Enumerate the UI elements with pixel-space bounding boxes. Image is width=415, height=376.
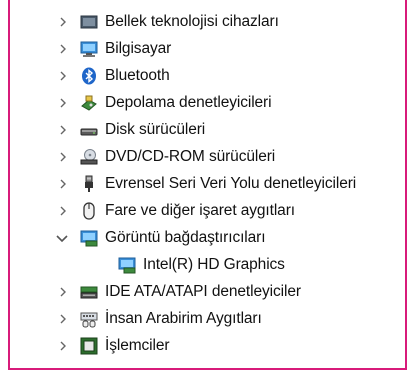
tree-item-label: Bilgisayar (105, 39, 172, 57)
tree-item-disk-drives[interactable]: Disk sürücüleri (10, 116, 405, 143)
chevron-right-icon[interactable] (56, 204, 70, 218)
chevron-right-icon[interactable] (56, 339, 70, 353)
chevron-right-icon[interactable] (56, 312, 70, 326)
tree-item-hid[interactable]: İnsan Arabirim Aygıtları (10, 305, 405, 332)
tree-item-label: Disk sürücüleri (105, 120, 206, 138)
tree-item-label: Evrensel Seri Veri Yolu denetleyicileri (105, 174, 357, 192)
display-adapter-icon (80, 229, 98, 247)
chevron-right-icon[interactable] (56, 123, 70, 137)
chevron-right-icon[interactable] (56, 69, 70, 83)
tree-item-label: IDE ATA/ATAPI denetleyiciler (105, 282, 301, 300)
chevron-right-icon[interactable] (56, 285, 70, 299)
disk-drive-icon (80, 121, 98, 139)
display-adapter-icon (118, 256, 136, 274)
chevron-down-icon[interactable] (55, 231, 69, 245)
tree-item-label: Depolama denetleyicileri (105, 93, 272, 111)
tree-item-label: Görüntü bağdaştırıcıları (105, 228, 266, 246)
chevron-right-icon[interactable] (56, 96, 70, 110)
tree-item-intel-hd-graphics[interactable]: Intel(R) HD Graphics (10, 251, 405, 278)
tree-item-dvd-drives[interactable]: DVD/CD-ROM sürücüleri (10, 143, 405, 170)
tree-item-memory-technology[interactable]: Bellek teknolojisi cihazları (10, 8, 405, 35)
tree-item-processors[interactable]: İşlemciler (10, 332, 405, 359)
tree-item-mice[interactable]: Fare ve diğer işaret aygıtları (10, 197, 405, 224)
tree-item-storage-controllers[interactable]: Depolama denetleyicileri (10, 89, 405, 116)
tree-item-label: İşlemciler (105, 336, 170, 354)
tree-item-computer[interactable]: Bilgisayar (10, 35, 405, 62)
tree-item-label: İnsan Arabirim Aygıtları (105, 309, 262, 327)
hid-icon (80, 310, 98, 328)
tree-item-ide-controllers[interactable]: IDE ATA/ATAPI denetleyiciler (10, 278, 405, 305)
tree-item-label: Fare ve diğer işaret aygıtları (105, 201, 295, 219)
processor-icon (80, 337, 98, 355)
dvd-drive-icon (80, 148, 98, 166)
tree-item-bluetooth[interactable]: Bluetooth (10, 62, 405, 89)
chevron-right-icon[interactable] (56, 177, 70, 191)
mouse-icon (80, 201, 98, 220)
memory-tech-icon (80, 13, 98, 31)
tree-item-usb-controllers[interactable]: Evrensel Seri Veri Yolu denetleyicileri (10, 170, 405, 197)
computer-icon (80, 40, 98, 58)
tree-item-label: Intel(R) HD Graphics (143, 255, 285, 273)
ide-controller-icon (80, 283, 98, 301)
tree-item-label: Bluetooth (105, 66, 170, 84)
storage-controller-icon (80, 94, 98, 112)
tree-item-display-adapters[interactable]: Görüntü bağdaştırıcıları (10, 224, 405, 251)
chevron-right-icon[interactable] (56, 15, 70, 29)
tree-item-label: Bellek teknolojisi cihazları (105, 12, 279, 30)
bluetooth-icon (80, 67, 98, 85)
tree-item-label: DVD/CD-ROM sürücüleri (105, 147, 276, 165)
device-manager-tree-frame: Bellek teknolojisi cihazları Bilgisayar … (8, 0, 407, 370)
usb-icon (80, 175, 98, 193)
chevron-right-icon[interactable] (56, 42, 70, 56)
chevron-right-icon[interactable] (56, 150, 70, 164)
